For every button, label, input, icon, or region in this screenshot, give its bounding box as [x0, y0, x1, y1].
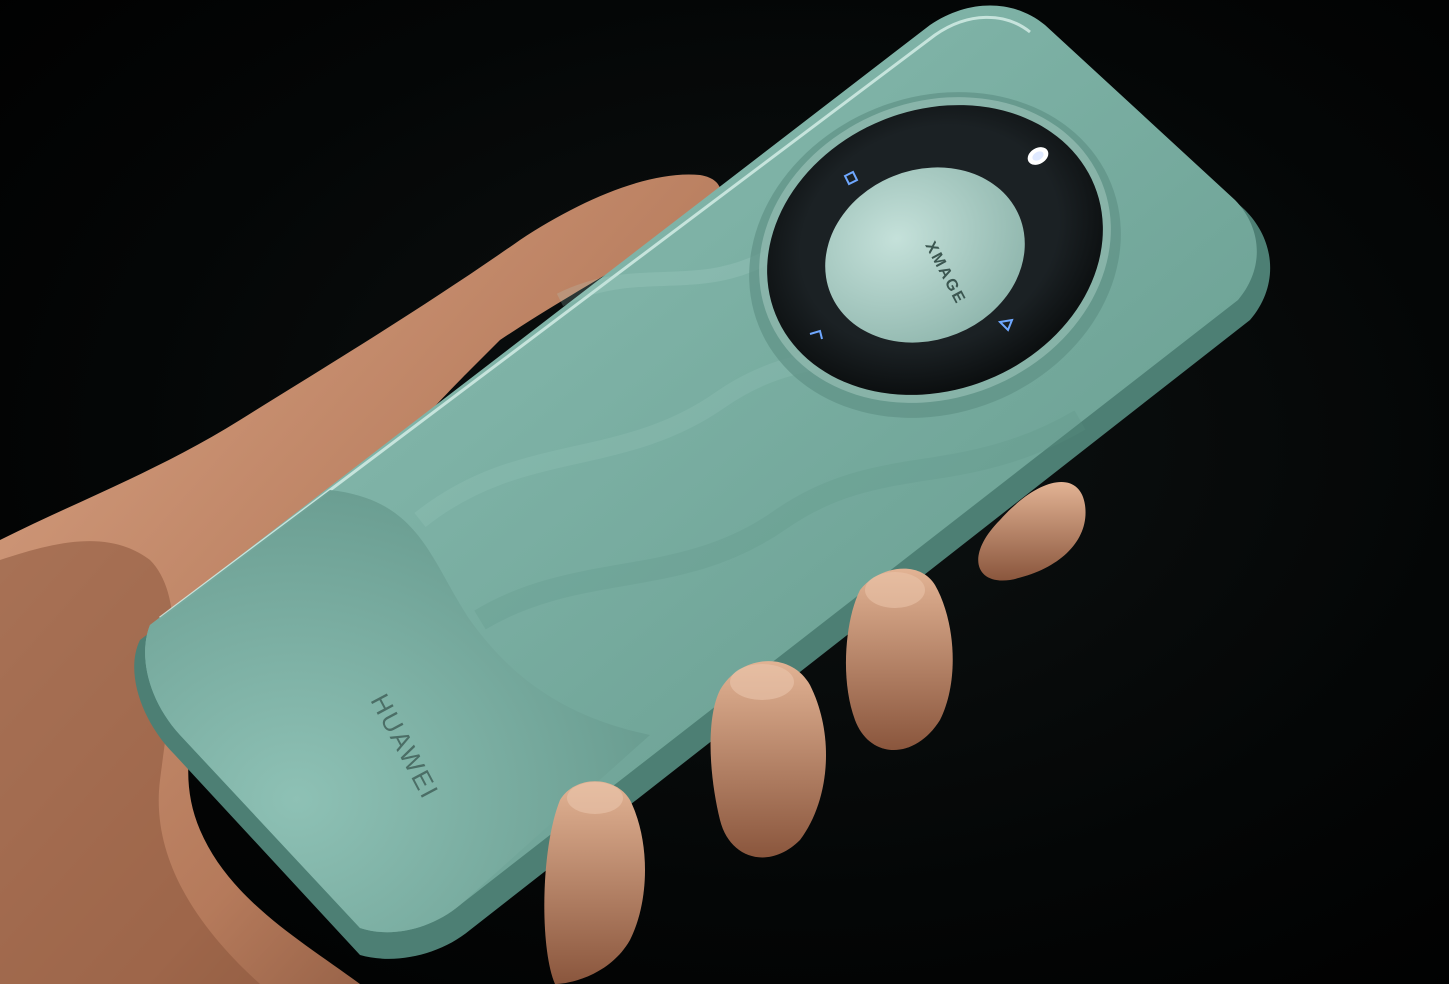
- photo-illustration: HUAWEI XMAGE: [0, 5, 1271, 984]
- finger-ring-nail: [730, 664, 794, 700]
- finger-little-nail: [567, 782, 623, 814]
- photo-scene: HUAWEI XMAGE: [0, 0, 1449, 984]
- finger-middle-nail: [865, 572, 925, 608]
